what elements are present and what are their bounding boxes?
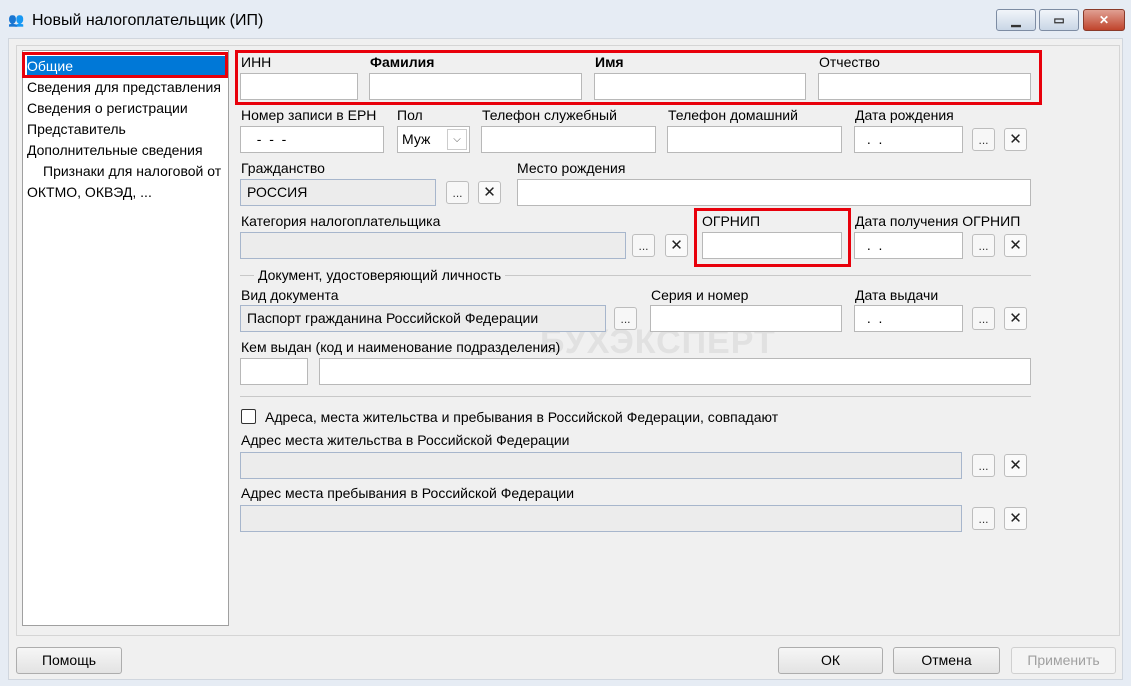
ogrnip-date-label: Дата получения ОГРНИП (855, 213, 1021, 229)
citizenship-browse-button[interactable]: ... (446, 181, 469, 204)
ogrnip-date-input[interactable]: . . (854, 232, 963, 259)
doc-section-title: Документ, удостоверяющий личность (254, 267, 506, 283)
category-clear-icon[interactable]: ✕ (665, 234, 688, 257)
ern-input[interactable]: - - - (240, 126, 384, 153)
addr-residence-input[interactable] (240, 452, 962, 479)
window-title: Новый налогоплательщик (ИП) (32, 12, 264, 29)
highlight-ogrnip (694, 208, 851, 267)
doc-date-clear-icon[interactable]: ✕ (1004, 307, 1027, 330)
ogrnip-date-clear-icon[interactable]: ✕ (1004, 234, 1027, 257)
help-button[interactable]: Помощь (16, 647, 122, 674)
doc-type-label: Вид документа (241, 287, 339, 303)
window-icon: 👥 (8, 12, 25, 27)
addr-stay-clear-icon[interactable]: ✕ (1004, 507, 1027, 530)
category-label: Категория налогоплательщика (241, 213, 441, 229)
issued-by-code-input[interactable] (240, 358, 308, 385)
sex-value: Муж (402, 131, 431, 147)
phone-home-label: Телефон домашний (668, 107, 798, 123)
cancel-button[interactable]: Отмена (893, 647, 1000, 674)
sex-select[interactable]: Муж ⌵ (397, 126, 470, 153)
addr-stay-label: Адрес места пребывания в Российской Феде… (241, 485, 575, 501)
citizenship-label: Гражданство (241, 160, 325, 176)
doc-date-input[interactable]: . . (854, 305, 963, 332)
chevron-down-icon[interactable]: ⌵ (447, 129, 467, 150)
birth-date-label: Дата рождения (855, 107, 954, 123)
category-input[interactable] (240, 232, 626, 259)
doc-type-browse-button[interactable]: ... (614, 307, 637, 330)
addr-same-label[interactable]: Адреса, места жительства и пребывания в … (265, 409, 778, 425)
nav-item-oktmo[interactable]: ОКТМО, ОКВЭД, ... (27, 182, 227, 202)
doc-type-input[interactable]: Паспорт гражданина Российской Федерации (240, 305, 606, 332)
birth-date-input[interactable]: . . (854, 126, 963, 153)
ok-button[interactable]: ОК (778, 647, 883, 674)
highlight-name-fields (235, 50, 1042, 105)
addr-residence-browse-button[interactable]: ... (972, 454, 995, 477)
doc-number-input[interactable] (650, 305, 842, 332)
divider (240, 396, 1031, 397)
citizenship-input[interactable]: РОССИЯ (240, 179, 436, 206)
birth-date-browse-button[interactable]: ... (972, 128, 995, 151)
section-list[interactable]: Общие Сведения для представления Сведени… (22, 50, 229, 626)
maximize-button[interactable]: ▭ (1039, 9, 1079, 31)
minimize-button[interactable]: ▁ (996, 9, 1036, 31)
nav-item-representative[interactable]: Представитель (27, 119, 227, 139)
addr-stay-browse-button[interactable]: ... (972, 507, 995, 530)
nav-item-additional[interactable]: Дополнительные сведения (27, 140, 227, 160)
highlight-nav (22, 52, 228, 78)
doc-date-browse-button[interactable]: ... (972, 307, 995, 330)
nav-item-tax-flags[interactable]: Признаки для налоговой от (27, 161, 227, 181)
citizenship-clear-icon[interactable]: ✕ (478, 181, 501, 204)
category-browse-button[interactable]: ... (632, 234, 655, 257)
addr-stay-input[interactable] (240, 505, 962, 532)
phone-work-input[interactable] (481, 126, 656, 153)
doc-number-label: Серия и номер (651, 287, 749, 303)
phone-home-input[interactable] (667, 126, 842, 153)
birth-date-clear-icon[interactable]: ✕ (1004, 128, 1027, 151)
birth-place-label: Место рождения (517, 160, 626, 176)
apply-button[interactable]: Применить (1011, 647, 1116, 674)
close-button[interactable]: ✕ (1083, 9, 1125, 31)
issued-by-input[interactable] (319, 358, 1031, 385)
doc-date-label: Дата выдачи (855, 287, 939, 303)
nav-item-presentation[interactable]: Сведения для представления (27, 77, 227, 97)
nav-item-registration[interactable]: Сведения о регистрации (27, 98, 227, 118)
addr-residence-clear-icon[interactable]: ✕ (1004, 454, 1027, 477)
phone-work-label: Телефон служебный (482, 107, 617, 123)
addr-same-checkbox[interactable] (241, 409, 256, 424)
ogrnip-date-browse-button[interactable]: ... (972, 234, 995, 257)
addr-residence-label: Адрес места жительства в Российской Феде… (241, 432, 570, 448)
birth-place-input[interactable] (517, 179, 1031, 206)
sex-label: Пол (397, 107, 423, 123)
issued-by-label: Кем выдан (код и наименование подразделе… (241, 339, 561, 355)
ern-label: Номер записи в ЕРН (241, 107, 377, 123)
